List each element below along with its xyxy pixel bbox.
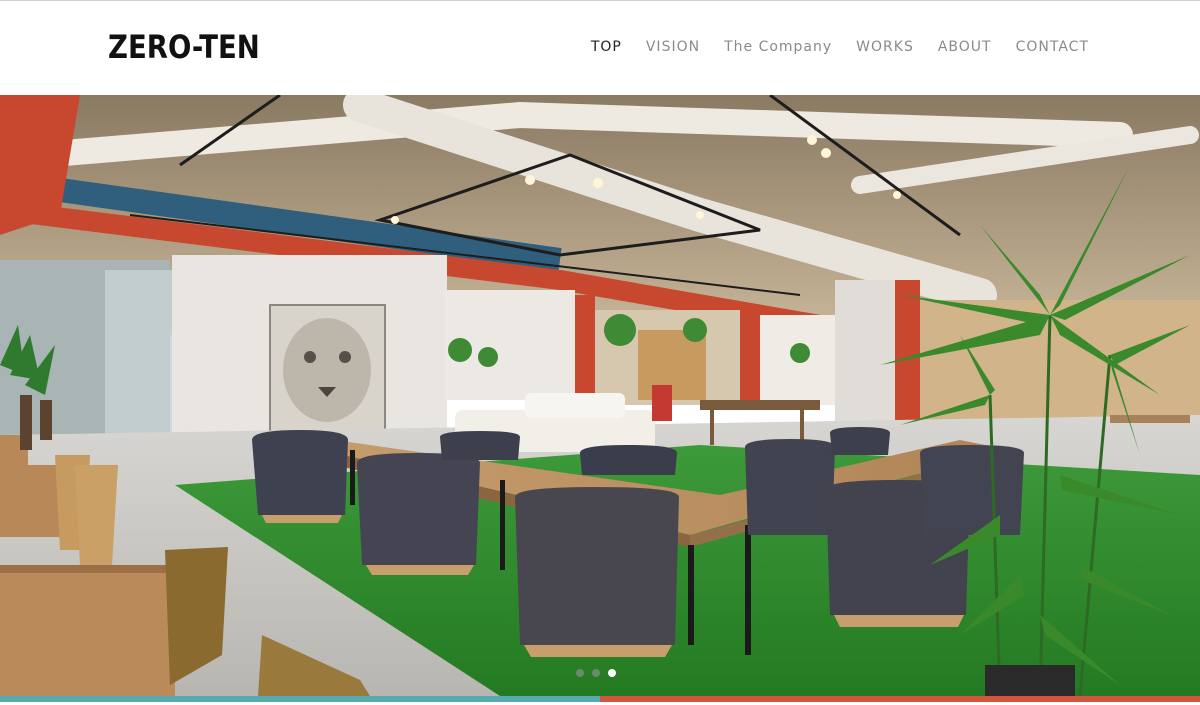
accent-bar-teal — [0, 696, 600, 702]
slider-dot-2[interactable] — [592, 669, 600, 677]
nav-item-works[interactable]: WORKS — [856, 39, 914, 55]
accent-bar — [0, 696, 1200, 705]
accent-bar-red — [600, 696, 1200, 702]
nav-item-vision[interactable]: VISION — [646, 39, 700, 55]
main-nav: TOP VISION The Company WORKS ABOUT CONTA… — [591, 39, 1089, 55]
slider-dot-3[interactable] — [608, 669, 616, 677]
site-header: ZERO-TEN TOP VISION The Company WORKS AB… — [0, 1, 1200, 95]
slider-dots — [576, 669, 616, 677]
nav-item-top[interactable]: TOP — [591, 39, 622, 55]
site-logo[interactable]: ZERO-TEN — [108, 28, 260, 66]
nav-item-the-company[interactable]: The Company — [724, 39, 832, 55]
nav-item-about[interactable]: ABOUT — [938, 39, 992, 55]
slider-dot-1[interactable] — [576, 669, 584, 677]
nav-item-contact[interactable]: CONTACT — [1016, 39, 1089, 55]
office-interior-photo — [0, 95, 1200, 696]
hero-slider — [0, 95, 1200, 696]
